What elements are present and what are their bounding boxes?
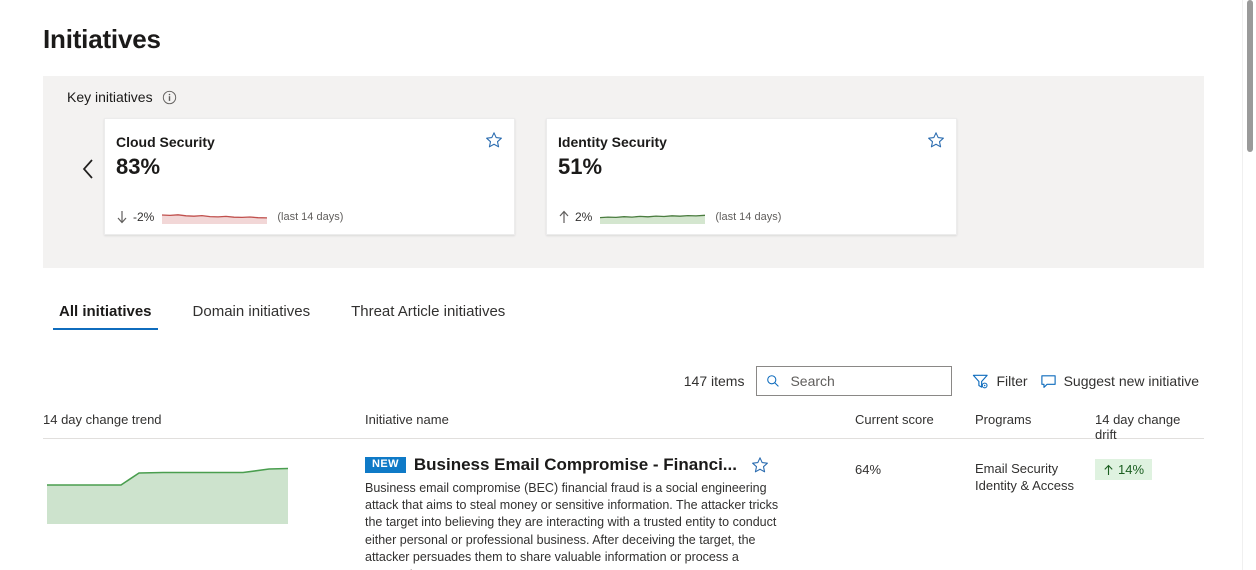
card-trend-period: (last 14 days)	[277, 211, 344, 223]
page-title: Initiatives	[43, 24, 161, 54]
key-initiatives-title: Key initiatives	[67, 89, 153, 105]
column-header-current-score[interactable]: Current score	[855, 412, 975, 427]
tab-threat-article-initiatives[interactable]: Threat Article initiatives	[345, 302, 511, 330]
row-drift-cell: 14%	[1095, 455, 1204, 481]
drift-badge: 14%	[1095, 459, 1153, 480]
feedback-bubble-icon	[1040, 373, 1057, 390]
key-initiative-card-identity-security[interactable]: Identity Security 51% 2% (last 14 days)	[546, 118, 957, 235]
card-title: Cloud Security	[116, 134, 215, 150]
arrow-down-icon	[116, 210, 128, 224]
star-outline-icon[interactable]	[751, 456, 769, 474]
row-initiative-cell: NEW Business Email Compromise - Financi.…	[365, 455, 855, 570]
suggest-new-initiative-button[interactable]: Suggest new initiative	[1034, 369, 1205, 394]
search-input[interactable]	[788, 372, 943, 390]
program-item: Email Security	[975, 461, 1059, 476]
tab-all-initiatives[interactable]: All initiatives	[53, 302, 158, 330]
card-sparkline-identity-security	[600, 211, 706, 224]
initiative-name-row: NEW Business Email Compromise - Financi.…	[365, 455, 855, 475]
card-score: 83%	[116, 154, 161, 179]
search-box[interactable]	[756, 366, 953, 396]
card-score: 51%	[558, 154, 603, 179]
star-outline-icon[interactable]	[927, 131, 945, 149]
arrow-up-icon	[1103, 464, 1114, 476]
row-current-score: 64%	[855, 462, 882, 477]
status-badge: NEW	[365, 457, 406, 473]
vertical-scrollbar[interactable]	[1242, 0, 1256, 570]
drift-value: 14%	[1118, 462, 1145, 477]
info-circle-icon[interactable]	[162, 90, 177, 105]
vertical-scrollbar-thumb[interactable]	[1247, 0, 1253, 152]
row-programs: Email Security Identity & Access	[975, 455, 1095, 494]
card-delta: 2%	[575, 210, 593, 224]
card-trend: -2% (last 14 days)	[116, 210, 343, 224]
card-trend-period: (last 14 days)	[715, 211, 782, 223]
suggest-button-label: Suggest new initiative	[1063, 373, 1199, 389]
card-delta: -2%	[133, 210, 155, 224]
program-item: Identity & Access	[975, 478, 1074, 493]
key-initiatives-panel: Key initiatives Cloud Security 83% -2% (…	[43, 76, 1204, 268]
row-trend-chart	[43, 455, 365, 524]
initiative-description: Business email compromise (BEC) financia…	[365, 481, 779, 570]
card-sparkline-cloud-security	[162, 211, 268, 224]
search-icon	[766, 374, 780, 388]
filter-button[interactable]: Filter	[966, 369, 1033, 394]
initiatives-page: Initiatives Key initiatives Cloud Securi…	[0, 0, 1256, 570]
key-initiative-card-cloud-security[interactable]: Cloud Security 83% -2% (last 14 days)	[104, 118, 515, 235]
initiatives-tablist: All initiatives Domain initiatives Threa…	[53, 302, 511, 330]
column-header-change-trend[interactable]: 14 day change trend	[43, 412, 365, 427]
tab-domain-initiatives[interactable]: Domain initiatives	[187, 302, 317, 330]
key-initiatives-header: Key initiatives	[67, 89, 177, 105]
table-header-row: 14 day change trend Initiative name Curr…	[43, 412, 1204, 442]
table-row[interactable]: NEW Business Email Compromise - Financi.…	[43, 439, 1204, 570]
filter-gear-icon	[972, 373, 989, 390]
card-trend: 2% (last 14 days)	[558, 210, 781, 224]
initiative-name-link[interactable]: Business Email Compromise - Financi...	[414, 455, 737, 475]
column-header-programs[interactable]: Programs	[975, 412, 1095, 427]
table-toolbar: 147 items Filter	[684, 366, 1205, 396]
filter-button-label: Filter	[996, 373, 1028, 389]
item-count-label: 147 items	[683, 373, 745, 389]
column-header-change-drift[interactable]: 14 day change drift	[1095, 412, 1204, 442]
arrow-up-icon	[558, 210, 570, 224]
star-outline-icon[interactable]	[485, 131, 503, 149]
carousel-prev-button[interactable]	[73, 148, 103, 192]
chevron-left-icon	[82, 158, 95, 183]
initiatives-table: 14 day change trend Initiative name Curr…	[43, 412, 1204, 570]
card-title: Identity Security	[558, 134, 667, 150]
key-initiatives-card-list: Cloud Security 83% -2% (last 14 days) Id…	[104, 118, 957, 235]
column-header-initiative-name[interactable]: Initiative name	[365, 412, 855, 427]
